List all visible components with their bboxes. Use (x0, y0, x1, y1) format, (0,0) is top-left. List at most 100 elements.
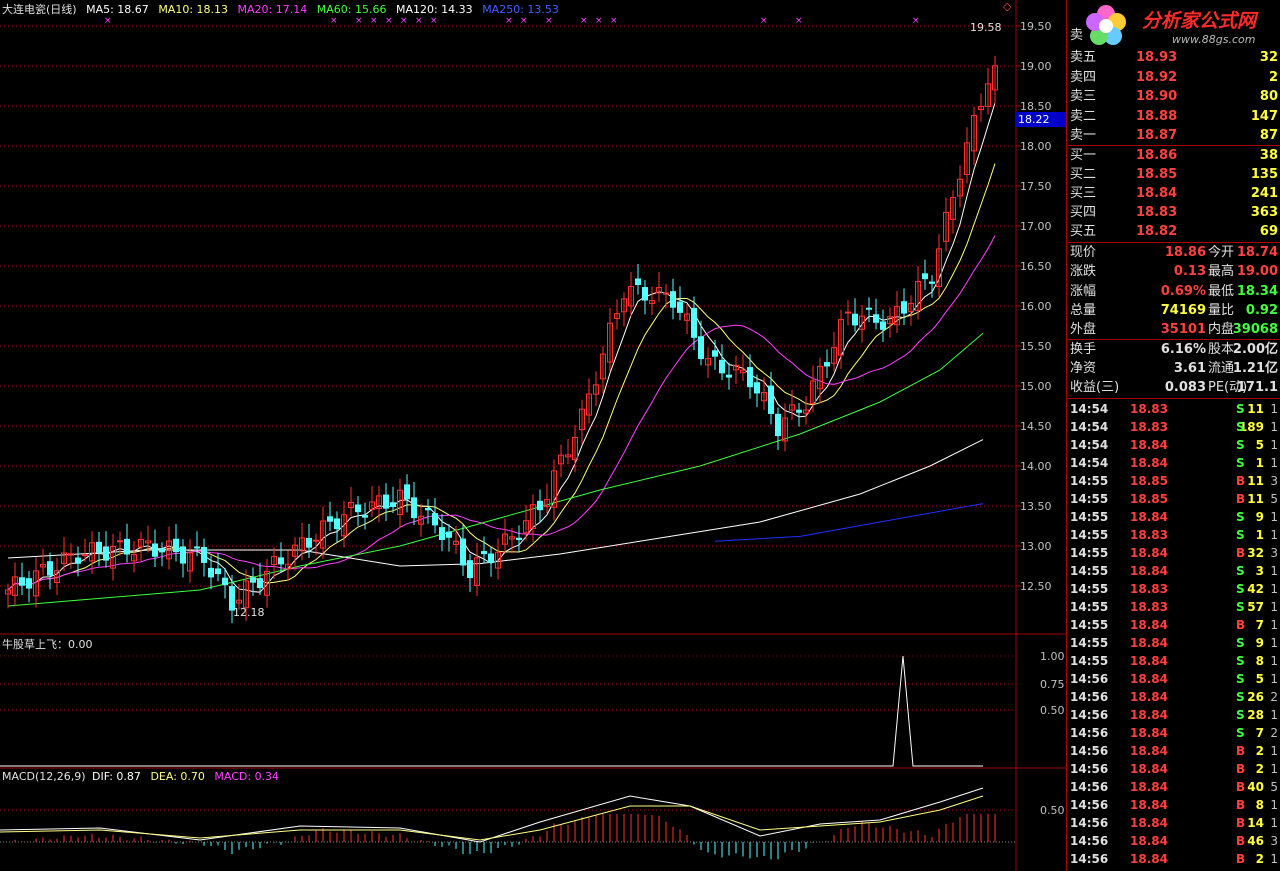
quote-label: 最低 (1208, 283, 1235, 299)
ask-row[interactable]: 卖一 18.87 87 (1068, 126, 1280, 145)
tick-side: S (1236, 726, 1245, 740)
tick-row[interactable]: 14:54 18.84 1 S 1 (1068, 454, 1280, 472)
tick-price: 18.84 (1130, 744, 1168, 758)
macd-name: MACD(12,26,9) (2, 770, 86, 783)
candle-body (712, 350, 718, 357)
tick-time: 14:55 (1070, 636, 1109, 650)
quote-value: 39068 (1232, 322, 1278, 338)
tick-row[interactable]: 14:56 18.84 2 B 1 (1068, 742, 1280, 760)
candle-body (26, 578, 32, 589)
tick-row[interactable]: 14:55 18.84 3 S 1 (1068, 562, 1280, 580)
tick-price: 18.83 (1130, 402, 1168, 416)
tick-row[interactable]: 14:55 18.83 42 S 1 (1068, 580, 1280, 598)
tick-row[interactable]: 14:55 18.84 8 S 1 (1068, 652, 1280, 670)
tick-time: 14:56 (1070, 798, 1109, 812)
tick-count: 2 (1270, 690, 1278, 704)
tick-time: 14:56 (1070, 834, 1109, 848)
tick-row[interactable]: 14:55 18.85 11 B 3 (1068, 472, 1280, 490)
price-tick-label: 17.00 (1020, 220, 1052, 233)
diamond-icon[interactable]: ◇ (1003, 0, 1011, 13)
candle-body (796, 409, 802, 413)
book-volume: 241 (1250, 186, 1278, 201)
candle-body (117, 540, 123, 543)
price-tick-label: 16.00 (1020, 300, 1052, 313)
ask-row[interactable]: 卖三 18.90 80 (1068, 87, 1280, 106)
tick-side: B (1236, 834, 1246, 848)
signal-marker: × (795, 16, 803, 26)
quote-row: 涨幅 0.69% 最低 18.34 (1068, 282, 1280, 301)
tick-price: 18.85 (1130, 492, 1168, 506)
bid-row[interactable]: 买二 18.85 135 (1068, 165, 1280, 184)
tick-price: 18.84 (1130, 564, 1168, 578)
ask-row[interactable]: 卖五 18.93 32 (1068, 48, 1280, 67)
tick-row[interactable]: 14:56 18.84 46 B 3 (1068, 832, 1280, 850)
candle-body (439, 527, 445, 540)
tick-row[interactable]: 14:55 18.84 9 S 1 (1068, 508, 1280, 526)
tick-row[interactable]: 14:55 18.83 57 S 1 (1068, 598, 1280, 616)
candle-body (383, 494, 389, 509)
tick-row[interactable]: 14:56 18.84 26 S 2 (1068, 688, 1280, 706)
ask-partial-row: 卖 (1068, 26, 1280, 45)
tick-side: B (1236, 852, 1246, 866)
book-price: 18.84 (1136, 186, 1178, 201)
price-tick-label: 14.00 (1020, 460, 1052, 473)
bid-row[interactable]: 买五 18.82 69 (1068, 222, 1280, 241)
tick-row[interactable]: 14:56 18.84 14 B 1 (1068, 814, 1280, 832)
candle-body (635, 278, 641, 286)
candle-body (901, 301, 907, 314)
tick-row[interactable]: 14:56 18.84 2 B 1 (1068, 760, 1280, 778)
tick-count: 1 (1270, 636, 1278, 650)
tick-count: 1 (1270, 708, 1278, 722)
tick-row[interactable]: 14:54 18.83 11 S 1 (1068, 400, 1280, 418)
tick-volume: 189 (1238, 420, 1264, 434)
tick-row[interactable]: 14:56 18.84 7 S 2 (1068, 724, 1280, 742)
tick-row[interactable]: 14:56 18.84 2 B 1 (1068, 850, 1280, 868)
tick-row[interactable]: 14:55 18.83 1 S 1 (1068, 526, 1280, 544)
ask-row[interactable]: 卖二 18.88 147 (1068, 107, 1280, 126)
tick-row[interactable]: 14:55 18.84 7 B 1 (1068, 616, 1280, 634)
book-level-label: 买二 (1070, 167, 1097, 182)
ma10-label: MA10: 18.13 (158, 3, 229, 16)
tick-time: 14:55 (1070, 618, 1109, 632)
tick-count: 3 (1270, 474, 1278, 488)
tick-row[interactable]: 14:56 18.84 5 S 1 (1068, 670, 1280, 688)
tick-row[interactable]: 14:55 18.84 9 S 1 (1068, 634, 1280, 652)
main-legend: 大连电瓷(日线) MA5: 18.67 MA10: 18.13 MA20: 17… (2, 2, 565, 17)
tick-side: S (1236, 708, 1245, 722)
macd-dif: DIF: 0.87 (92, 770, 141, 783)
tick-volume: 46 (1247, 834, 1264, 848)
tick-count: 1 (1270, 618, 1278, 632)
tick-price: 18.84 (1130, 636, 1168, 650)
ask-row[interactable]: 卖四 18.92 2 (1068, 68, 1280, 87)
book-level-label: 卖三 (1070, 89, 1097, 104)
candle-body (208, 567, 214, 578)
macd-value: MACD: 0.34 (214, 770, 280, 783)
tick-volume: 7 (1255, 618, 1264, 632)
tick-price: 18.83 (1130, 528, 1168, 542)
book-price: 18.93 (1136, 50, 1178, 65)
price-tick-label: 14.50 (1020, 420, 1052, 433)
bid-row[interactable]: 买四 18.83 363 (1068, 203, 1280, 222)
tick-row[interactable]: 14:54 18.84 5 S 1 (1068, 436, 1280, 454)
quote-label: 总量 (1070, 302, 1097, 318)
bid-row[interactable]: 买一 18.86 38 (1068, 146, 1280, 165)
bid-row[interactable]: 买三 18.84 241 (1068, 184, 1280, 203)
tick-time: 14:55 (1070, 654, 1109, 668)
tick-row[interactable]: 14:54 18.83 189 S 1 (1068, 418, 1280, 436)
candle-body (446, 531, 452, 538)
kline-chart[interactable]: × × × × × × × × × × × × × × × × × (0, 0, 1066, 871)
tick-side: S (1236, 528, 1245, 542)
tick-price: 18.84 (1130, 618, 1168, 632)
tick-row[interactable]: 14:56 18.84 8 B 1 (1068, 796, 1280, 814)
book-level-label: 买五 (1070, 224, 1097, 239)
tick-row[interactable]: 14:55 18.85 11 B 5 (1068, 490, 1280, 508)
tick-time: 14:56 (1070, 708, 1109, 722)
quote-label: 内盘 (1208, 322, 1235, 338)
candle-body (82, 554, 88, 557)
tick-row[interactable]: 14:56 18.84 40 B 5 (1068, 778, 1280, 796)
tick-time: 14:56 (1070, 780, 1109, 794)
tick-row[interactable]: 14:55 18.84 32 B 3 (1068, 544, 1280, 562)
quote-value: 0.69% (1160, 283, 1206, 299)
tick-row[interactable]: 14:56 18.84 28 S 1 (1068, 706, 1280, 724)
tick-time: 14:54 (1070, 456, 1109, 470)
